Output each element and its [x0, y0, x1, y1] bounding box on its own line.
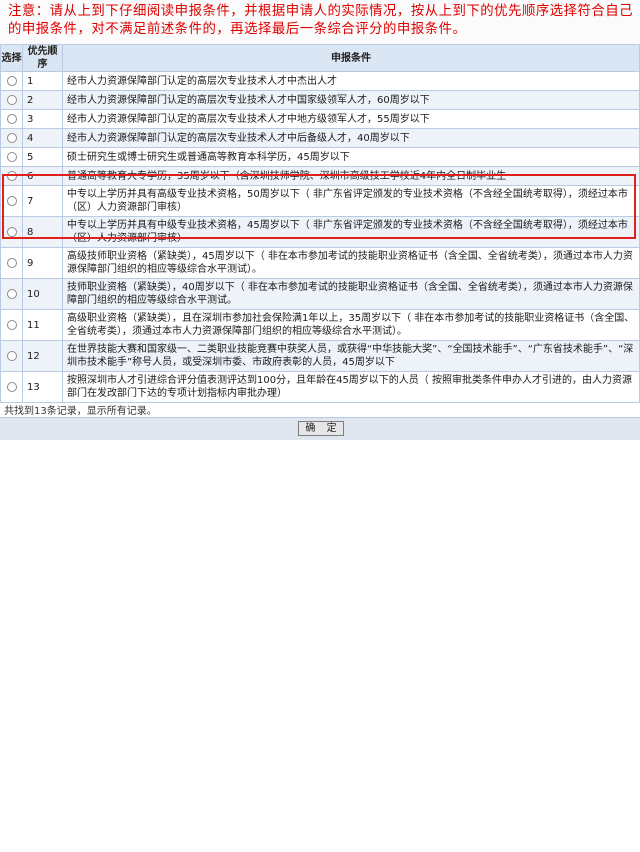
- row-radio-12[interactable]: [6, 350, 17, 361]
- row-number: 11: [22, 309, 63, 341]
- table-row: 3 经市人力资源保障部门认定的高层次专业技术人才中地方级领军人才，55周岁以下: [0, 109, 640, 129]
- watermark-text: 百家号/朋诚谈入户: [542, 838, 634, 851]
- table-row: 12 在世界技能大赛和国家级一、二类职业技能竞赛中获奖人员，或获得“中华技能大奖…: [0, 340, 640, 372]
- row-number: 13: [22, 371, 63, 403]
- table-row: 7 中专以上学历并具有高级专业技术资格，50周岁以下（ 非广东省评定颁发的专业技…: [0, 185, 640, 217]
- row-radio-11[interactable]: [6, 319, 17, 330]
- table-row: 10 技师职业资格（紧缺类），40周岁以下（ 非在本市参加考试的技能职业资格证书…: [0, 278, 640, 310]
- row-number: 1: [22, 71, 63, 91]
- table-row: 13 按照深圳市人才引进综合评分值表测评达到100分，且年龄在45周岁以下的人员…: [0, 371, 640, 403]
- row-radio-5[interactable]: [6, 151, 17, 162]
- row-condition: 经市人力资源保障部门认定的高层次专业技术人才中杰出人才: [62, 71, 640, 91]
- row-condition: 在世界技能大赛和国家级一、二类职业技能竞赛中获奖人员，或获得“中华技能大奖”、“…: [62, 340, 640, 372]
- row-condition: 经市人力资源保障部门认定的高层次专业技术人才中地方级领军人才，55周岁以下: [62, 109, 640, 129]
- table-row: 2 经市人力资源保障部门认定的高层次专业技术人才中国家级领军人才，60周岁以下: [0, 90, 640, 110]
- row-radio-4[interactable]: [6, 132, 17, 143]
- row-radio-3[interactable]: [6, 113, 17, 124]
- row-radio-13[interactable]: [6, 381, 17, 392]
- row-radio-1[interactable]: [6, 75, 17, 86]
- row-number: 10: [22, 278, 63, 310]
- row-number: 3: [22, 109, 63, 129]
- confirm-button[interactable]: 确 定: [298, 421, 344, 436]
- row-number: 5: [22, 147, 63, 167]
- table-row: 5 硕士研究生或博士研究生或普通高等教育本科学历，45周岁以下: [0, 147, 640, 167]
- header-condition: 申报条件: [62, 44, 640, 72]
- table-row: 9 高级技师职业资格（紧缺类），45周岁以下（ 非在本市参加考试的技能职业资格证…: [0, 247, 640, 279]
- row-radio-7[interactable]: [6, 195, 17, 206]
- row-number: 2: [22, 90, 63, 110]
- row-condition: 中专以上学历并具有高级专业技术资格，50周岁以下（ 非广东省评定颁发的专业技术资…: [62, 185, 640, 217]
- table-row: 6 普通高等教育大专学历，35周岁以下（含深圳技师学院、深圳市高级技工学校近4年…: [0, 166, 640, 186]
- row-number: 9: [22, 247, 63, 279]
- row-radio-10[interactable]: [6, 288, 17, 299]
- row-condition: 高级技师职业资格（紧缺类），45周岁以下（ 非在本市参加考试的技能职业资格证书（…: [62, 247, 640, 279]
- row-number: 4: [22, 128, 63, 148]
- record-count-text: 共找到13条记录，显示所有记录。: [4, 406, 157, 417]
- row-number: 8: [22, 216, 63, 248]
- row-radio-8[interactable]: [6, 226, 17, 237]
- row-radio-2[interactable]: [6, 94, 17, 105]
- row-number: 6: [22, 166, 63, 186]
- table-row: 1 经市人力资源保障部门认定的高层次专业技术人才中杰出人才: [0, 71, 640, 91]
- row-condition: 经市人力资源保障部门认定的高层次专业技术人才中后备级人才，40周岁以下: [62, 128, 640, 148]
- row-condition: 经市人力资源保障部门认定的高层次专业技术人才中国家级领军人才，60周岁以下: [62, 90, 640, 110]
- row-number: 7: [22, 185, 63, 217]
- row-condition: 按照深圳市人才引进综合评分值表测评达到100分，且年龄在45周岁以下的人员（ 按…: [62, 371, 640, 403]
- header-priority: 优先顺序: [22, 44, 63, 72]
- table-row: 4 经市人力资源保障部门认定的高层次专业技术人才中后备级人才，40周岁以下: [0, 128, 640, 148]
- header-select: 选择: [0, 44, 23, 72]
- row-number: 12: [22, 340, 63, 372]
- row-condition: 高级职业资格（紧缺类），且在深圳市参加社会保险满1年以上，35周岁以下（ 非在本…: [62, 309, 640, 341]
- notice-text: 注意：请从上到下仔细阅读申报条件，并根据申请人的实际情况，按从上到下的优先顺序选…: [0, 0, 640, 44]
- row-condition: 中专以上学历并具有中级专业技术资格，45周岁以下（ 非广东省评定颁发的专业技术资…: [62, 216, 640, 248]
- table-row: 11 高级职业资格（紧缺类），且在深圳市参加社会保险满1年以上，35周岁以下（ …: [0, 309, 640, 341]
- row-condition: 普通高等教育大专学历，35周岁以下（含深圳技师学院、深圳市高级技工学校近4年内全…: [62, 166, 640, 186]
- button-bar: 确 定 百家号/朋诚谈入户: [0, 417, 640, 851]
- row-condition: 硕士研究生或博士研究生或普通高等教育本科学历，45周岁以下: [62, 147, 640, 167]
- row-condition: 技师职业资格（紧缺类），40周岁以下（ 非在本市参加考试的技能职业资格证书（含全…: [62, 278, 640, 310]
- table-row: 8 中专以上学历并具有中级专业技术资格，45周岁以下（ 非广东省评定颁发的专业技…: [0, 216, 640, 248]
- row-radio-9[interactable]: [6, 257, 17, 268]
- conditions-table: 选择 优先顺序 申报条件 1 经市人力资源保障部门认定的高层次专业技术人才中杰出…: [0, 44, 640, 403]
- row-radio-6[interactable]: [6, 170, 17, 181]
